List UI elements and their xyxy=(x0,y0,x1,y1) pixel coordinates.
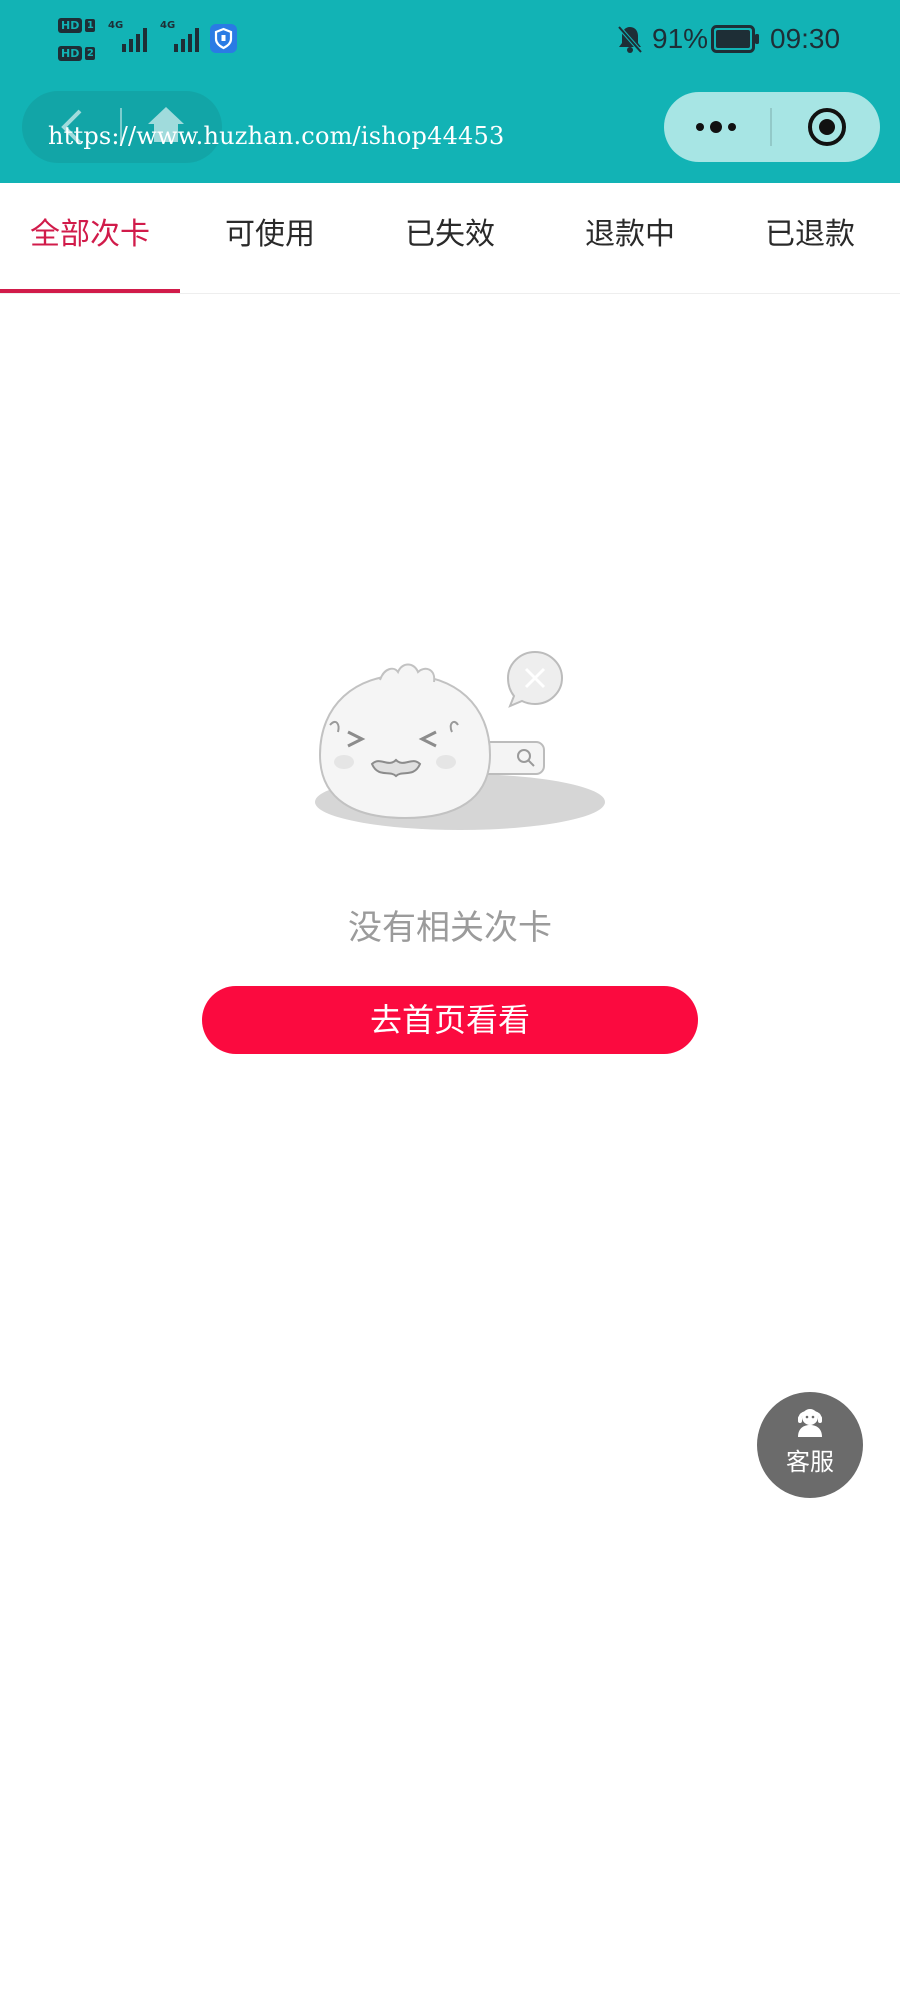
clock: 09:30 xyxy=(770,23,841,54)
status-bar: HD 1 HD 2 4G 4G 91% 09:30 xyxy=(0,0,900,80)
sim2-hd-badge: HD xyxy=(58,45,83,61)
watermark-url: https://www.huzhan.com/ishop44453 xyxy=(48,122,505,150)
signal-bars-icon xyxy=(174,28,199,52)
sim1-number: 1 xyxy=(85,18,96,32)
tab-refunding[interactable]: 退款中 xyxy=(540,183,720,293)
go-home-button[interactable]: 去首页看看 xyxy=(202,986,698,1054)
customer-service-label: 客服 xyxy=(786,1448,834,1476)
tab-refunded[interactable]: 已退款 xyxy=(720,183,900,293)
tab-expired[interactable]: 已失效 xyxy=(360,183,540,293)
empty-state-message: 没有相关次卡 xyxy=(348,908,552,948)
battery-icon xyxy=(711,25,759,53)
capsule-divider xyxy=(770,108,772,146)
sim1-hd-badge: HD xyxy=(58,17,83,33)
signal-1: 4G xyxy=(108,20,152,54)
app-shield-icon xyxy=(210,24,237,53)
customer-service-icon xyxy=(798,1409,822,1437)
tab-usable[interactable]: 可使用 xyxy=(180,183,360,293)
tab-bar: 全部次卡 可使用 已失效 退款中 已退款 xyxy=(0,183,900,294)
customer-service-button[interactable]: 客服 xyxy=(757,1392,863,1498)
tab-all-cards[interactable]: 全部次卡 xyxy=(0,183,180,293)
sim-indicators: HD 1 HD 2 xyxy=(58,14,102,64)
signal-2: 4G xyxy=(160,20,204,54)
more-dots-icon[interactable] xyxy=(694,112,738,142)
network-type-1: 4G xyxy=(108,20,124,31)
sim2-number: 2 xyxy=(85,46,96,60)
network-type-2: 4G xyxy=(160,20,176,31)
battery-percent: 91% xyxy=(652,23,709,54)
close-target-icon[interactable] xyxy=(806,106,848,148)
bell-muted-icon xyxy=(617,25,643,54)
signal-bars-icon xyxy=(122,28,147,52)
top-header: HD 1 HD 2 4G 4G 91% 09:30 https://www.hu… xyxy=(0,0,900,183)
active-tab-indicator xyxy=(0,289,180,293)
empty-bun-icon xyxy=(315,650,605,830)
